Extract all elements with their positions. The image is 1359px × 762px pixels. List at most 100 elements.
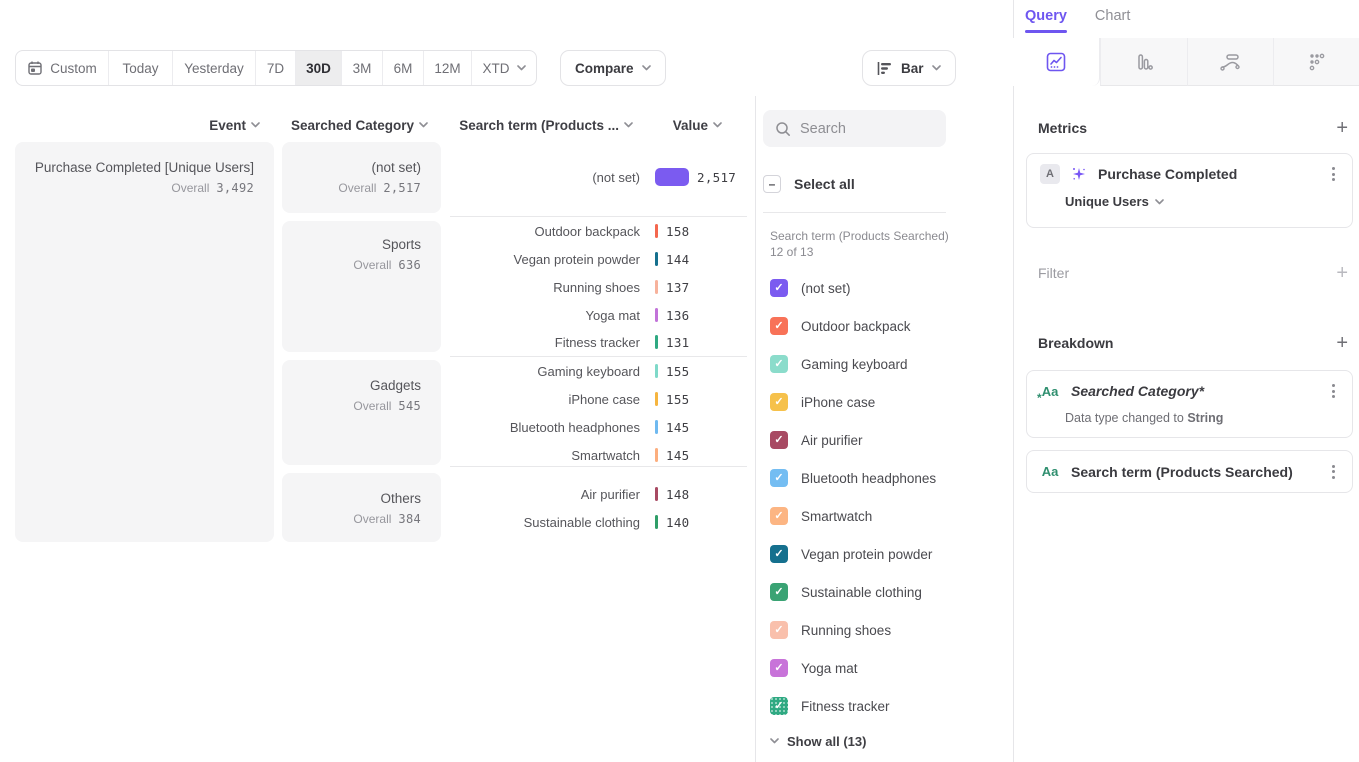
chevron-down-icon	[419, 122, 428, 128]
table-row[interactable]: iPhone case 155	[450, 385, 750, 413]
measure-selector[interactable]: Unique Users	[1027, 194, 1352, 221]
checkbox[interactable]: ✓	[770, 317, 788, 335]
retention-icon	[1306, 51, 1328, 73]
value-bar	[655, 252, 658, 266]
filter-item-sustainable-clothing[interactable]: ✓ Sustainable clothing	[770, 573, 922, 611]
tab-retention[interactable]	[1273, 38, 1359, 86]
table-row[interactable]: Fitness tracker 131	[450, 328, 750, 356]
table-row[interactable]: Yoga mat 136	[450, 301, 750, 329]
tab-funnels[interactable]	[1100, 38, 1187, 86]
chevron-down-icon	[932, 65, 941, 71]
date-range-xtd[interactable]: XTD	[472, 51, 536, 85]
value-bar	[655, 308, 658, 322]
checkbox[interactable]: ✓	[770, 583, 788, 601]
search-field[interactable]	[763, 110, 946, 147]
date-range-7d[interactable]: 7D	[256, 51, 296, 85]
filter-item-yoga-mat[interactable]: ✓ Yoga mat	[770, 649, 858, 687]
column-header-search-term[interactable]: Search term (Products ...	[450, 112, 633, 138]
checkbox[interactable]: ✓	[770, 507, 788, 525]
table-row[interactable]: Outdoor backpack 158	[450, 217, 750, 245]
checkbox[interactable]: ✓	[770, 431, 788, 449]
filter-item-vegan-protein-powder[interactable]: ✓ Vegan protein powder	[770, 535, 932, 573]
table-row[interactable]: Vegan protein powder 144	[450, 245, 750, 273]
search-icon	[775, 121, 791, 137]
breakdown-title: Search term (Products Searched)	[1071, 464, 1317, 480]
report-type-tabs	[1013, 38, 1359, 86]
breakdown-menu-button[interactable]	[1328, 380, 1339, 402]
category-cell-not-set[interactable]: (not set) Overall2,517	[282, 142, 441, 213]
date-range-12m[interactable]: 12M	[424, 51, 472, 85]
checkbox[interactable]: ✓	[770, 659, 788, 677]
chevron-down-icon	[624, 122, 633, 128]
date-range-6m[interactable]: 6M	[383, 51, 424, 85]
string-property-icon: Aa	[1040, 384, 1060, 399]
breakdown-note: Data type changed to String	[1027, 411, 1352, 437]
filter-item-iphone-case[interactable]: ✓ iPhone case	[770, 383, 875, 421]
tab-query[interactable]: Query	[1025, 8, 1067, 33]
select-all-checkbox[interactable]: –	[763, 175, 781, 193]
filter-item-air-purifier[interactable]: ✓ Air purifier	[770, 421, 863, 459]
checkbox[interactable]: ✓	[770, 355, 788, 373]
filter-item-gaming-keyboard[interactable]: ✓ Gaming keyboard	[770, 345, 908, 383]
search-input[interactable]	[800, 121, 920, 137]
column-header-event[interactable]: Event	[15, 112, 260, 138]
category-cell-gadgets[interactable]: Gadgets Overall545	[282, 360, 441, 465]
table-row[interactable]: Bluetooth headphones 145	[450, 413, 750, 441]
event-title: Purchase Completed [Unique Users]	[27, 159, 254, 177]
divider	[763, 212, 946, 213]
show-all-button[interactable]: Show all (13)	[770, 729, 866, 753]
checkbox[interactable]: ✓	[770, 279, 788, 297]
date-range-custom[interactable]: Custom	[16, 51, 109, 85]
checkbox[interactable]: ✓	[770, 393, 788, 411]
date-range-3m[interactable]: 3M	[342, 51, 383, 85]
metric-badge: A	[1040, 164, 1060, 184]
filter-item-fitness-tracker[interactable]: ✓ Fitness tracker	[770, 687, 890, 725]
breakdown-card-searched-category[interactable]: Aa Searched Category* Data type changed …	[1026, 370, 1353, 438]
column-header-value[interactable]: Value	[640, 112, 722, 138]
tab-chart[interactable]: Chart	[1095, 8, 1130, 33]
breakdown-menu-button[interactable]	[1328, 461, 1339, 483]
chart-type-button[interactable]: Bar	[862, 50, 956, 86]
compare-button[interactable]: Compare	[560, 50, 666, 86]
date-range-group: Custom Today Yesterday 7D 30D 3M 6M 12M …	[15, 50, 537, 86]
table-row[interactable]: (not set) 2,517	[450, 163, 750, 191]
select-all-row[interactable]: – Select all	[763, 172, 855, 196]
table-row[interactable]: Running shoes 137	[450, 273, 750, 301]
table-row[interactable]: Air purifier 148	[450, 480, 750, 508]
category-cell-sports[interactable]: Sports Overall636	[282, 221, 441, 352]
tab-insights[interactable]	[1013, 38, 1100, 86]
filter-item-smartwatch[interactable]: ✓ Smartwatch	[770, 497, 872, 535]
date-range-today[interactable]: Today	[109, 51, 173, 85]
breakdown-heading: Breakdown	[1038, 335, 1113, 351]
metric-event-name: Purchase Completed	[1098, 166, 1317, 182]
filter-item-bluetooth-headphones[interactable]: ✓ Bluetooth headphones	[770, 459, 936, 497]
tab-flows[interactable]	[1187, 38, 1274, 86]
filter-item-running-shoes[interactable]: ✓ Running shoes	[770, 611, 891, 649]
date-range-30d[interactable]: 30D	[296, 51, 342, 85]
flows-icon	[1218, 51, 1242, 73]
checkbox[interactable]: ✓	[770, 469, 788, 487]
table-row[interactable]: Sustainable clothing 140	[450, 508, 750, 536]
chevron-down-icon	[642, 65, 651, 71]
table-row[interactable]: Smartwatch 145	[450, 441, 750, 469]
column-header-searched-category[interactable]: Searched Category	[282, 112, 428, 138]
checkbox[interactable]: ✓	[770, 545, 788, 563]
add-breakdown-button[interactable]: +	[1336, 333, 1348, 353]
chevron-down-icon	[713, 122, 722, 128]
value-bar	[655, 168, 689, 186]
add-filter-button[interactable]: +	[1336, 263, 1348, 283]
checkbox[interactable]: ✓	[770, 697, 788, 715]
breakdown-card-search-term[interactable]: Aa Search term (Products Searched)	[1026, 450, 1353, 493]
metric-menu-button[interactable]	[1328, 163, 1339, 185]
filter-item-not-set[interactable]: ✓ (not set)	[770, 269, 851, 307]
event-cell[interactable]: Purchase Completed [Unique Users] Overal…	[15, 142, 274, 542]
table-row[interactable]: Gaming keyboard 155	[450, 357, 750, 385]
add-metric-button[interactable]: +	[1336, 118, 1348, 138]
checkbox[interactable]: ✓	[770, 621, 788, 639]
value-bar	[655, 487, 658, 501]
date-range-yesterday[interactable]: Yesterday	[173, 51, 256, 85]
metric-card[interactable]: A Purchase Completed Unique Users	[1026, 153, 1353, 228]
filter-item-outdoor-backpack[interactable]: ✓ Outdoor backpack	[770, 307, 911, 345]
value-bar	[655, 364, 658, 378]
category-cell-others[interactable]: Others Overall384	[282, 473, 441, 542]
